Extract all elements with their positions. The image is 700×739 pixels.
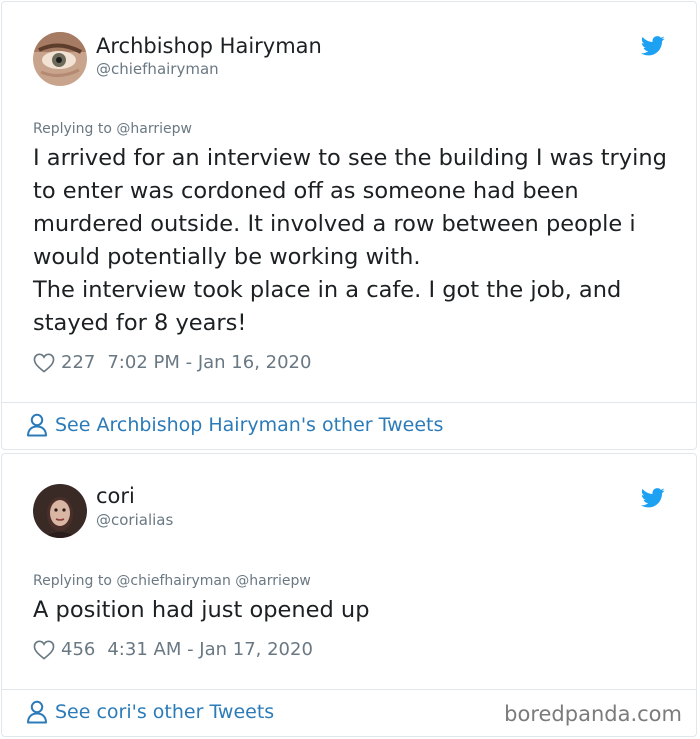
replying-to[interactable]: Replying to @chiefhairyman @harriepw <box>33 573 311 589</box>
like-count[interactable]: 227 <box>61 352 95 373</box>
avatar[interactable] <box>33 484 87 538</box>
twitter-bird-icon[interactable] <box>641 36 665 56</box>
person-icon <box>27 700 47 724</box>
display-name[interactable]: cori <box>96 484 135 508</box>
see-other-tweets-link[interactable]: See cori's other Tweets <box>26 700 274 724</box>
see-other-tweets-label: See Archbishop Hairyman's other Tweets <box>55 414 444 436</box>
tweet-footer: See cori's other Tweets boredpanda.com <box>2 689 696 736</box>
tweet-timestamp[interactable]: 4:31 AM - Jan 17, 2020 <box>107 639 313 660</box>
like-count[interactable]: 456 <box>61 639 95 660</box>
watermark: boredpanda.com <box>504 702 682 726</box>
tweet-text: I arrived for an interview to see the bu… <box>33 145 667 336</box>
see-other-tweets-label: See cori's other Tweets <box>55 701 275 723</box>
tweet-meta: 456 4:31 AM - Jan 17, 2020 <box>33 639 313 660</box>
replying-to[interactable]: Replying to @harriepw <box>33 121 192 137</box>
tweet-card: Archbishop Hairyman @chiefhairyman Reply… <box>1 1 697 450</box>
see-other-tweets-link[interactable]: See Archbishop Hairyman's other Tweets <box>26 413 443 437</box>
user-handle[interactable]: @chiefhairyman <box>96 60 219 78</box>
tweet-timestamp[interactable]: 7:02 PM - Jan 16, 2020 <box>107 352 311 373</box>
tweet-text: A position had just opened up <box>33 597 370 623</box>
twitter-bird-icon[interactable] <box>641 488 665 508</box>
heart-icon[interactable] <box>33 353 55 373</box>
person-icon <box>27 413 47 437</box>
display-name[interactable]: Archbishop Hairyman <box>96 34 322 58</box>
tweet-footer: See Archbishop Hairyman's other Tweets <box>2 402 696 449</box>
heart-icon[interactable] <box>33 640 55 660</box>
tweet-meta: 227 7:02 PM - Jan 16, 2020 <box>33 352 311 373</box>
tweet-card: cori @corialias Replying to @chiefhairym… <box>1 453 697 737</box>
avatar[interactable] <box>33 32 87 86</box>
user-handle[interactable]: @corialias <box>96 511 173 529</box>
